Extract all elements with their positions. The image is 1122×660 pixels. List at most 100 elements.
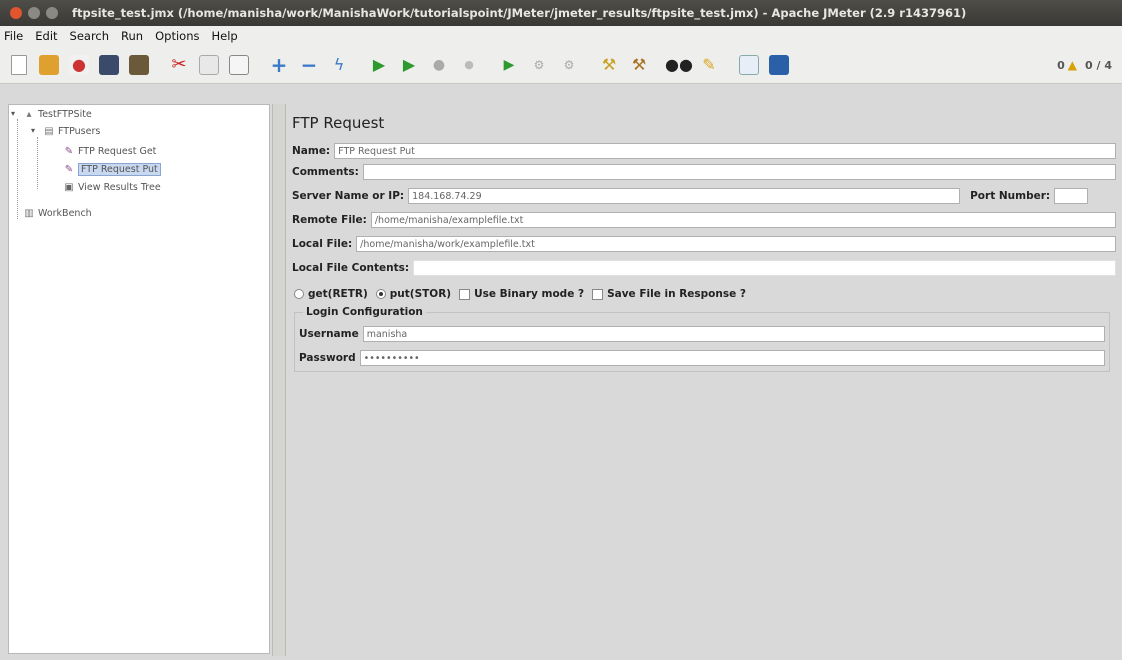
- lightning-icon: ϟ: [333, 54, 345, 74]
- panel-title: FTP Request: [292, 114, 385, 132]
- login-configuration-group: Login Configuration Username manisha Pas…: [294, 306, 1110, 372]
- name-label: Name:: [292, 145, 331, 157]
- port-label: Port Number:: [970, 190, 1051, 202]
- name-input[interactable]: FTP Request Put: [334, 143, 1116, 159]
- save-button[interactable]: [96, 52, 122, 78]
- test-plan-icon: ▴: [26, 108, 32, 120]
- pane-splitter[interactable]: [272, 104, 286, 656]
- password-input[interactable]: ••••••••••: [359, 350, 1105, 366]
- menu-file[interactable]: File: [4, 29, 23, 43]
- tree-node-ftp-put[interactable]: ✎ FTP Request Put: [63, 163, 161, 176]
- menu-edit[interactable]: Edit: [35, 29, 57, 43]
- local-file-row: Local File: /home/manisha/work/examplefi…: [292, 235, 1116, 253]
- menu-run[interactable]: Run: [121, 29, 143, 43]
- local-contents-label: Local File Contents:: [292, 262, 410, 274]
- binoculars-icon: ●●: [665, 54, 693, 74]
- thread-counter: 0 / 4: [1085, 58, 1112, 72]
- port-input[interactable]: [1054, 188, 1089, 204]
- stop-button[interactable]: ●: [426, 52, 452, 78]
- save-response-checkbox[interactable]: Save File in Response ?: [592, 288, 746, 300]
- play-icon: ▶: [372, 54, 386, 74]
- templates-icon: [39, 54, 59, 75]
- binary-mode-checkbox[interactable]: Use Binary mode ?: [459, 288, 584, 300]
- tree-node-ftp-get[interactable]: ✎ FTP Request Get: [63, 145, 157, 157]
- title-bar: ftpsite_test.jmx (/home/manisha/work/Man…: [0, 0, 1122, 26]
- password-label: Password: [299, 352, 356, 364]
- local-file-label: Local File:: [292, 238, 353, 250]
- save-screenshot-button[interactable]: [126, 52, 152, 78]
- username-input[interactable]: manisha: [362, 326, 1105, 342]
- remote-stop-icon: ⚙: [533, 57, 545, 72]
- paste-icon: [229, 54, 249, 75]
- server-row: Server Name or IP: 184.168.74.29 Port Nu…: [292, 187, 1116, 205]
- close-window-button[interactable]: [10, 7, 22, 19]
- play-no-pause-icon: ▶: [402, 54, 416, 74]
- checkbox-icon: [592, 288, 604, 300]
- clear-all-button[interactable]: ⚒: [626, 52, 652, 78]
- shutdown-button[interactable]: ●: [456, 52, 482, 78]
- expand-all-button[interactable]: +: [266, 52, 292, 78]
- remote-stop-button[interactable]: ⚙: [526, 52, 552, 78]
- remote-start-icon: ▶: [503, 56, 515, 73]
- help-button[interactable]: [766, 52, 792, 78]
- collapse-all-button[interactable]: −: [296, 52, 322, 78]
- remote-file-label: Remote File:: [292, 214, 367, 226]
- radio-selected-icon: [375, 289, 386, 299]
- minimize-window-button[interactable]: [28, 7, 40, 19]
- remote-file-row: Remote File: /home/manisha/examplefile.t…: [292, 211, 1116, 229]
- screenshot-icon: [129, 54, 149, 75]
- reset-search-icon: ✎: [702, 54, 716, 74]
- start-no-timers-button[interactable]: ▶: [396, 52, 422, 78]
- maximize-window-button[interactable]: [46, 7, 58, 19]
- templates-button[interactable]: [36, 52, 62, 78]
- menu-help[interactable]: Help: [211, 29, 237, 43]
- local-contents-row: Local File Contents:: [292, 259, 1116, 277]
- function-helper-button[interactable]: [736, 52, 762, 78]
- warning-icon: ▲: [1067, 58, 1078, 72]
- tree-node-workbench[interactable]: ▥ WorkBench: [23, 207, 91, 219]
- minus-icon: −: [300, 52, 318, 77]
- tree-node-test-plan[interactable]: ▴ TestFTPSite: [23, 108, 91, 120]
- username-label: Username: [299, 328, 359, 340]
- error-counter[interactable]: 0 ▲: [1057, 58, 1077, 72]
- server-input[interactable]: 184.168.74.29: [408, 188, 961, 204]
- local-file-input[interactable]: /home/manisha/work/examplefile.txt: [356, 236, 1116, 252]
- plus-icon: +: [270, 52, 288, 77]
- stop-icon: ●: [432, 56, 446, 73]
- toolbar: ● ✂ + − ϟ ▶ ▶ ● ● ▶ ⚙ ⚙ ⚒ ⚒ ●● ✎ 0 ▲ 0 /…: [0, 46, 1122, 84]
- options-row: get(RETR) put(STOR) Use Binary mode ? Sa…: [294, 285, 754, 303]
- status-area: 0 ▲ 0 / 4: [1057, 58, 1112, 72]
- help-book-icon: [769, 54, 789, 75]
- tree-toggle-thread-group[interactable]: ▾: [31, 126, 35, 135]
- copy-button[interactable]: [196, 52, 222, 78]
- sampler-pen-icon: ✎: [64, 164, 74, 175]
- new-button[interactable]: [6, 52, 32, 78]
- reset-search-button[interactable]: ✎: [696, 52, 722, 78]
- name-row: Name: FTP Request Put: [292, 142, 1116, 160]
- remote-file-input[interactable]: /home/manisha/examplefile.txt: [370, 212, 1116, 228]
- error-count: 0: [1057, 58, 1065, 72]
- put-radio[interactable]: put(STOR): [375, 288, 451, 300]
- get-radio[interactable]: get(RETR): [294, 288, 368, 300]
- tree-toggle-root[interactable]: ▾: [11, 109, 15, 118]
- open-button[interactable]: ●: [66, 52, 92, 78]
- comments-row: Comments:: [292, 163, 1116, 181]
- open-icon: ●: [69, 54, 89, 75]
- search-button[interactable]: ●●: [665, 52, 693, 78]
- remote-start-button[interactable]: ▶: [496, 52, 522, 78]
- menu-options[interactable]: Options: [155, 29, 199, 43]
- comments-input[interactable]: [362, 164, 1116, 180]
- local-contents-input[interactable]: [413, 260, 1116, 276]
- remote-shutdown-button[interactable]: ⚙: [556, 52, 582, 78]
- tree-node-thread-group[interactable]: ▤ FTPusers: [43, 125, 100, 137]
- broom-all-icon: ⚒: [631, 54, 647, 74]
- workbench-icon: ▥: [24, 207, 34, 219]
- toggle-button[interactable]: ϟ: [326, 52, 352, 78]
- tree-node-view-results[interactable]: ▣ View Results Tree: [63, 181, 160, 193]
- menu-search[interactable]: Search: [70, 29, 110, 43]
- clear-button[interactable]: ⚒: [596, 52, 622, 78]
- checkbox-icon: [459, 288, 471, 300]
- start-button[interactable]: ▶: [366, 52, 392, 78]
- paste-button[interactable]: [226, 52, 252, 78]
- cut-button[interactable]: ✂: [166, 52, 192, 78]
